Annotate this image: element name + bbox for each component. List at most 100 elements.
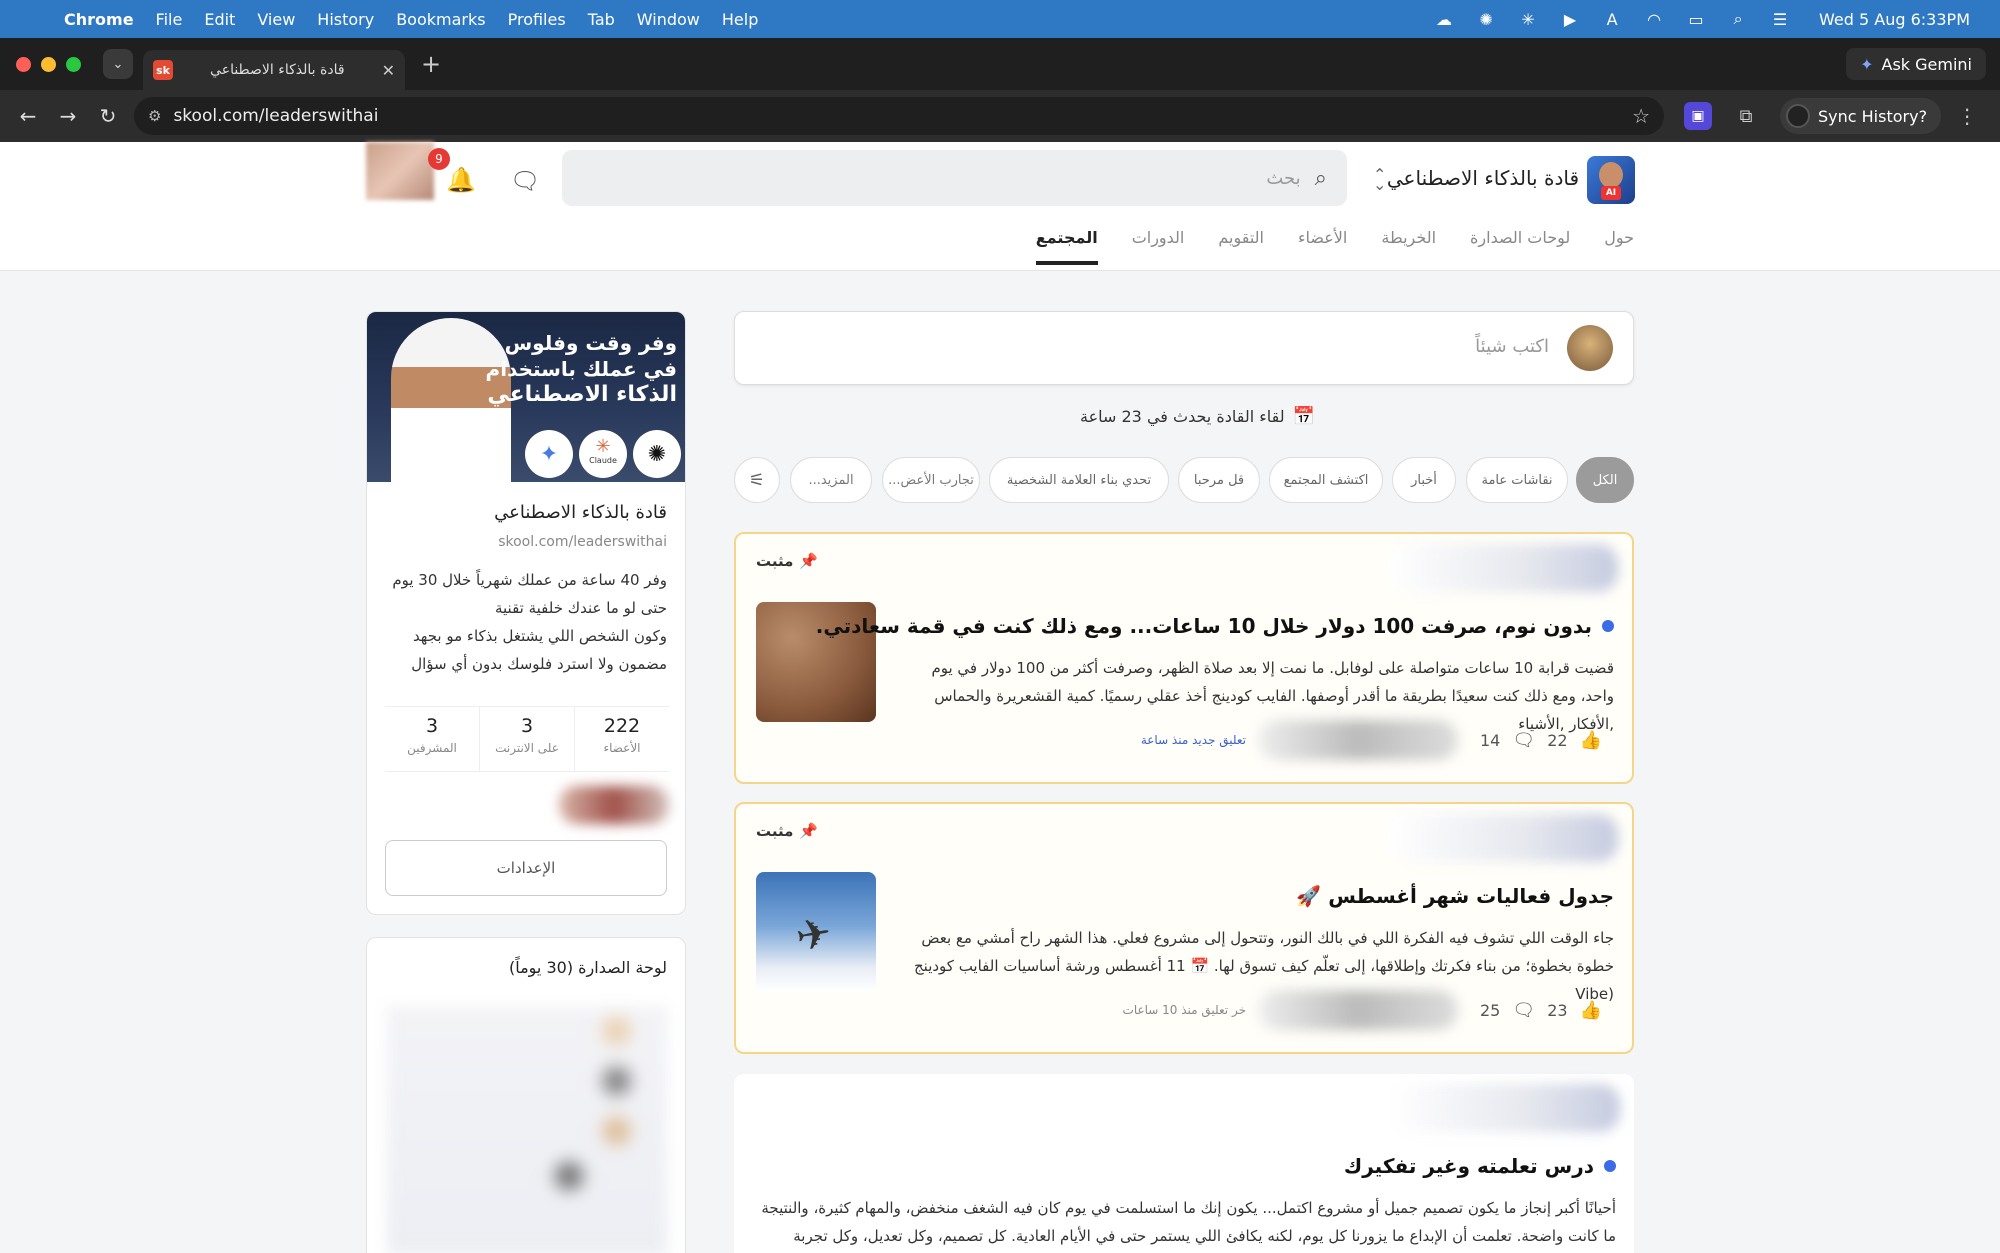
pin-icon: 📌 <box>799 552 819 570</box>
stat-admins[interactable]: 3 المشرفين <box>385 707 479 771</box>
menu-bookmarks[interactable]: Bookmarks <box>396 10 485 29</box>
tab-classroom[interactable]: الدورات <box>1132 228 1185 265</box>
menu-app-name[interactable]: Chrome <box>64 10 134 29</box>
post-composer[interactable]: اكتب شيئاً <box>734 311 1634 385</box>
reload-icon[interactable]: ↻ <box>88 104 128 128</box>
chip-member-experiences[interactable]: تجارب الأعض... <box>882 457 980 503</box>
new-tab-icon[interactable]: + <box>421 50 441 78</box>
post-thumbnail[interactable] <box>756 872 876 992</box>
upcoming-event-banner[interactable]: 📅 لقاء القادة يحدث في 23 ساعة <box>1080 406 1315 427</box>
menu-profiles[interactable]: Profiles <box>508 10 566 29</box>
browser-tab[interactable]: sk قادة بالذكاء الاصطناعي ✕ <box>143 50 405 90</box>
spotlight-icon[interactable]: ⌕ <box>1727 9 1749 28</box>
wifi-icon[interactable]: ◠ <box>1643 10 1665 29</box>
leaderboard-list-blurred <box>387 1006 667 1253</box>
menu-edit[interactable]: Edit <box>204 10 235 29</box>
comment-bubble-icon[interactable]: 🗨 <box>1512 1000 1535 1021</box>
tab-leaderboards[interactable]: لوحات الصدارة <box>1470 228 1570 265</box>
extension-icon[interactable]: ▣ <box>1684 102 1712 130</box>
like-count: 23 <box>1547 1000 1568 1020</box>
composer-avatar <box>1567 325 1613 371</box>
filter-settings-icon[interactable]: ⚟ <box>734 457 780 503</box>
feed-post-3[interactable]: درس تعلمته وغير تفكيرك أحيانًا أكبر إنجا… <box>734 1074 1634 1253</box>
menu-file[interactable]: File <box>156 10 183 29</box>
last-comment-time[interactable]: خر تعليق منذ 10 ساعات <box>1123 1003 1246 1017</box>
minimize-window-button[interactable] <box>41 56 56 72</box>
close-window-button[interactable] <box>16 56 31 72</box>
address-url[interactable]: skool.com/leaderswithai <box>173 106 1632 126</box>
menu-window[interactable]: Window <box>637 10 700 29</box>
claude-icon[interactable]: ✳ <box>1517 10 1539 29</box>
tab-calendar[interactable]: التقويم <box>1218 228 1264 265</box>
stat-members[interactable]: 222 الأعضاء <box>574 707 669 771</box>
comment-bubble-icon[interactable]: 🗨 <box>1512 730 1535 751</box>
like-thumb-icon[interactable]: 👍 <box>1580 730 1602 751</box>
chatgpt-icon[interactable]: ✺ <box>1475 10 1497 29</box>
search-input[interactable]: بحث ⌕ <box>562 150 1347 206</box>
post-title[interactable]: بدون نوم، صرفت 100 دولار خلال 10 ساعات..… <box>816 614 1614 638</box>
sidebar-group-url[interactable]: skool.com/leaderswithai <box>498 534 667 550</box>
keyboard-a-icon[interactable]: A <box>1601 10 1623 29</box>
gemini-spark-icon: ✦ <box>1860 54 1874 74</box>
chrome-menu-icon[interactable]: ⋮ <box>1957 104 1977 128</box>
menu-tab[interactable]: Tab <box>588 10 615 29</box>
chip-news[interactable]: أخبار <box>1392 457 1456 503</box>
settings-button[interactable]: الإعدادات <box>385 840 667 896</box>
chip-explore-community[interactable]: اكتشف المجتمع <box>1269 457 1383 503</box>
banner-line-1: وفر وقت وفلوس <box>504 331 677 355</box>
creative-cloud-icon[interactable]: ☁ <box>1433 10 1455 29</box>
address-bar[interactable]: ⚙ skool.com/leaderswithai ☆ <box>134 97 1664 135</box>
tab-search-dropdown-icon[interactable]: ⌄ <box>103 49 133 79</box>
post-stats: 👍 22 🗨 14 تعليق جديد منذ ساعة <box>1141 720 1602 760</box>
forward-arrow-icon[interactable]: → <box>48 104 88 128</box>
post-title[interactable]: درس تعلمته وغير تفكيرك <box>1344 1154 1616 1178</box>
chip-all[interactable]: الكل <box>1576 457 1634 503</box>
window-controls <box>16 56 81 72</box>
zoom-window-button[interactable] <box>66 56 81 72</box>
group-logo[interactable]: AI <box>1587 156 1635 204</box>
post-title[interactable]: جدول فعاليات شهر أغسطس 🚀 <box>1296 884 1614 908</box>
feed-post-1[interactable]: 📌 مثبت بدون نوم، صرفت 100 دولار خلال 10 … <box>734 532 1634 784</box>
tab-map[interactable]: الخريطة <box>1381 228 1436 265</box>
like-thumb-icon[interactable]: 👍 <box>1580 1000 1602 1021</box>
ask-gemini-button[interactable]: ✦ Ask Gemini <box>1846 48 1986 80</box>
stat-value: 3 <box>425 715 439 737</box>
chip-general-discussion[interactable]: نقاشات عامة <box>1466 457 1568 503</box>
close-tab-icon[interactable]: ✕ <box>382 61 395 80</box>
menu-help[interactable]: Help <box>722 10 758 29</box>
composer-placeholder: اكتب شيئاً <box>1475 336 1549 357</box>
menu-view[interactable]: View <box>257 10 295 29</box>
menu-clock[interactable]: Wed 5 Aug 6:33PM <box>1819 10 1970 29</box>
leaderboard-title[interactable]: لوحة الصدارة (30 يوماً) <box>509 958 667 977</box>
notification-bell-icon[interactable]: 🔔 <box>446 166 476 194</box>
tab-community[interactable]: المجتمع <box>1035 228 1098 265</box>
post-author-blurred <box>1390 1084 1620 1132</box>
menu-history[interactable]: History <box>317 10 374 29</box>
tab-about[interactable]: حول <box>1604 228 1634 265</box>
chat-icon[interactable]: 🗨 <box>510 167 540 195</box>
tab-members[interactable]: الأعضاء <box>1298 228 1347 265</box>
sync-history-button[interactable]: Sync History? <box>1780 98 1942 134</box>
chip-say-hello[interactable]: قل مرحبا <box>1178 457 1260 503</box>
group-about-card: وفر وقت وفلوس في عملك باستخدام الذكاء ال… <box>366 311 686 915</box>
group-name-header[interactable]: قادة بالذكاء الاصطناعي <box>1387 166 1579 190</box>
feed-post-2[interactable]: 📌 مثبت جدول فعاليات شهر أغسطس 🚀 جاء الوق… <box>734 802 1634 1054</box>
back-arrow-icon[interactable]: ← <box>8 104 48 128</box>
bookmark-star-icon[interactable]: ☆ <box>1632 104 1650 128</box>
last-comment-time[interactable]: تعليق جديد منذ ساعة <box>1141 733 1246 747</box>
search-icon: ⌕ <box>1314 165 1327 191</box>
site-info-icon[interactable]: ⚙ <box>148 107 161 125</box>
user-avatar[interactable] <box>366 142 434 200</box>
calendar-icon: 📅 <box>1292 406 1316 427</box>
battery-icon[interactable]: ▭ <box>1685 10 1707 29</box>
stat-online[interactable]: 3 على الانترنت <box>479 707 574 771</box>
chip-personal-brand-challenge[interactable]: تحدي بناء العلامة الشخصية <box>989 457 1169 503</box>
play-icon[interactable]: ▶ <box>1559 10 1581 29</box>
control-center-icon[interactable]: ☰ <box>1769 10 1791 29</box>
unread-dot-icon <box>1602 620 1614 632</box>
commenter-avatars-blurred <box>1258 990 1458 1030</box>
group-switcher-icon[interactable]: ⌃ ⌄ <box>1373 167 1386 193</box>
extensions-puzzle-icon[interactable]: ⧉ <box>1732 102 1760 130</box>
chip-more[interactable]: المزيد... <box>790 457 872 503</box>
event-text: لقاء القادة يحدث في 23 ساعة <box>1080 407 1285 426</box>
